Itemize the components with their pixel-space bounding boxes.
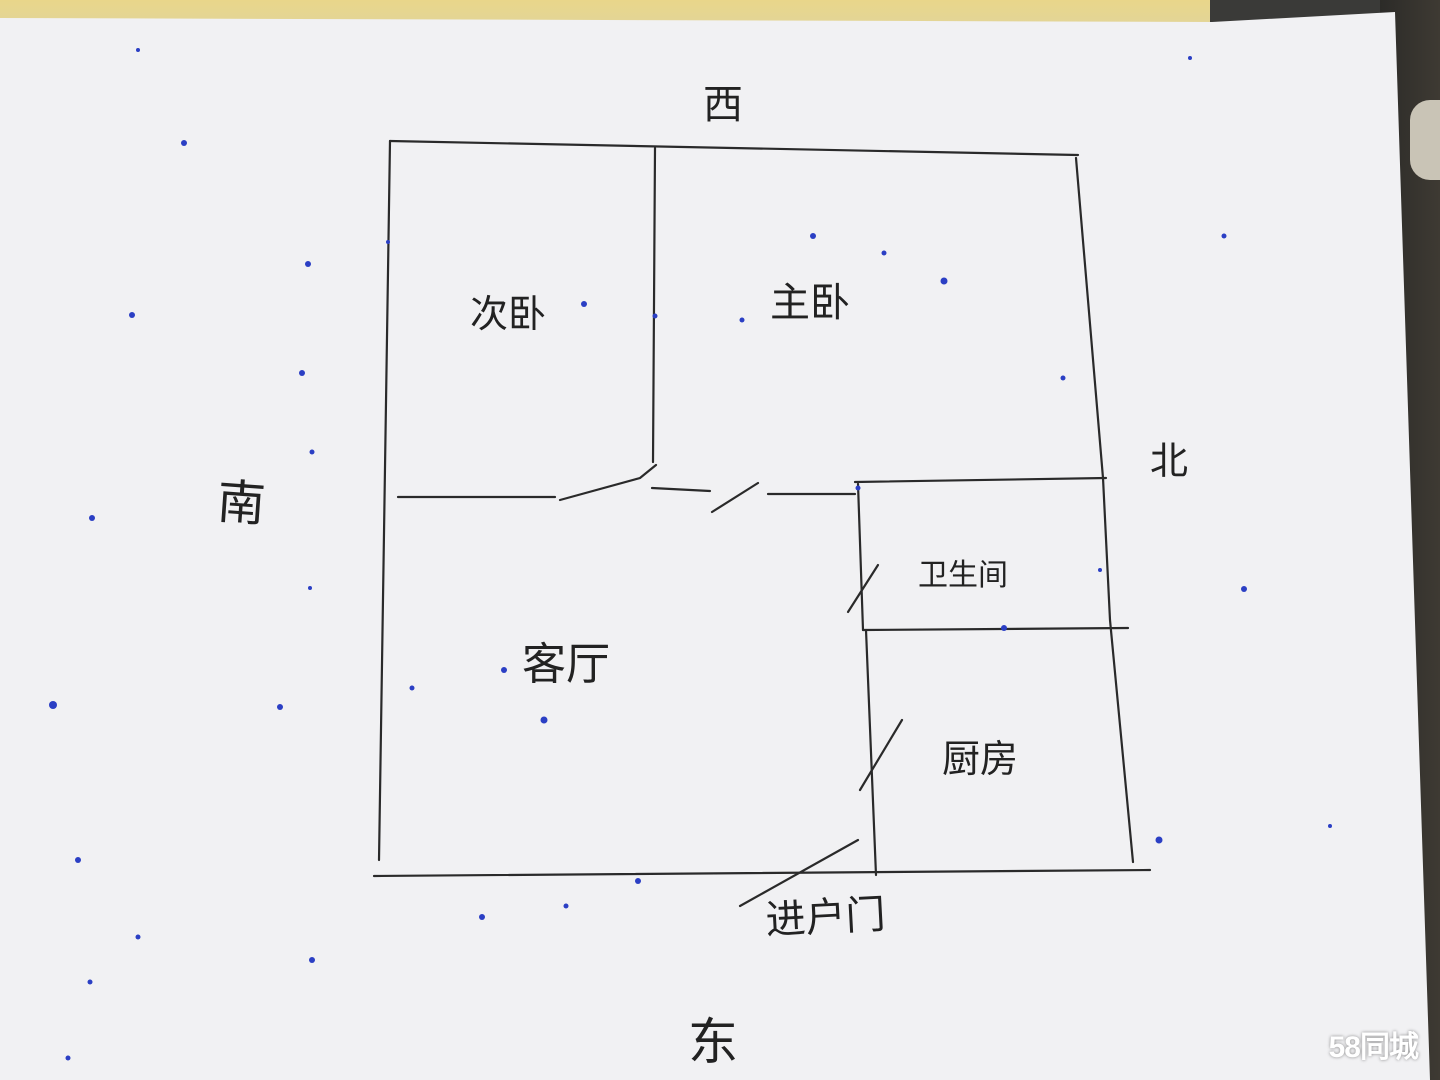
- room-label-kitchen: 厨房: [942, 737, 1019, 781]
- paper-sheet: 西 南 北 东 次卧 主卧 卫生间 客厅 厨房 进户门 58同城: [0, 0, 1440, 1080]
- floorplan-drawing: [0, 12, 1430, 1080]
- paper-shape: [0, 12, 1430, 1080]
- direction-north-label: 北: [1150, 439, 1189, 483]
- room-label-living-room: 客厅: [522, 639, 610, 690]
- watermark-logo: 58同城: [1328, 1022, 1419, 1066]
- direction-west-label: 西: [703, 82, 743, 128]
- direction-east-label: 东: [688, 1013, 738, 1071]
- room-label-bathroom: 卫生间: [918, 558, 1008, 593]
- room-label-master-bedroom: 主卧: [770, 280, 850, 326]
- watermark-number: 58: [1328, 1031, 1361, 1064]
- entrance-door-label: 进户门: [764, 891, 887, 944]
- direction-south-label: 南: [215, 473, 268, 534]
- watermark-brand: 同城: [1360, 1031, 1419, 1064]
- room-label-second-bedroom: 次卧: [470, 292, 547, 336]
